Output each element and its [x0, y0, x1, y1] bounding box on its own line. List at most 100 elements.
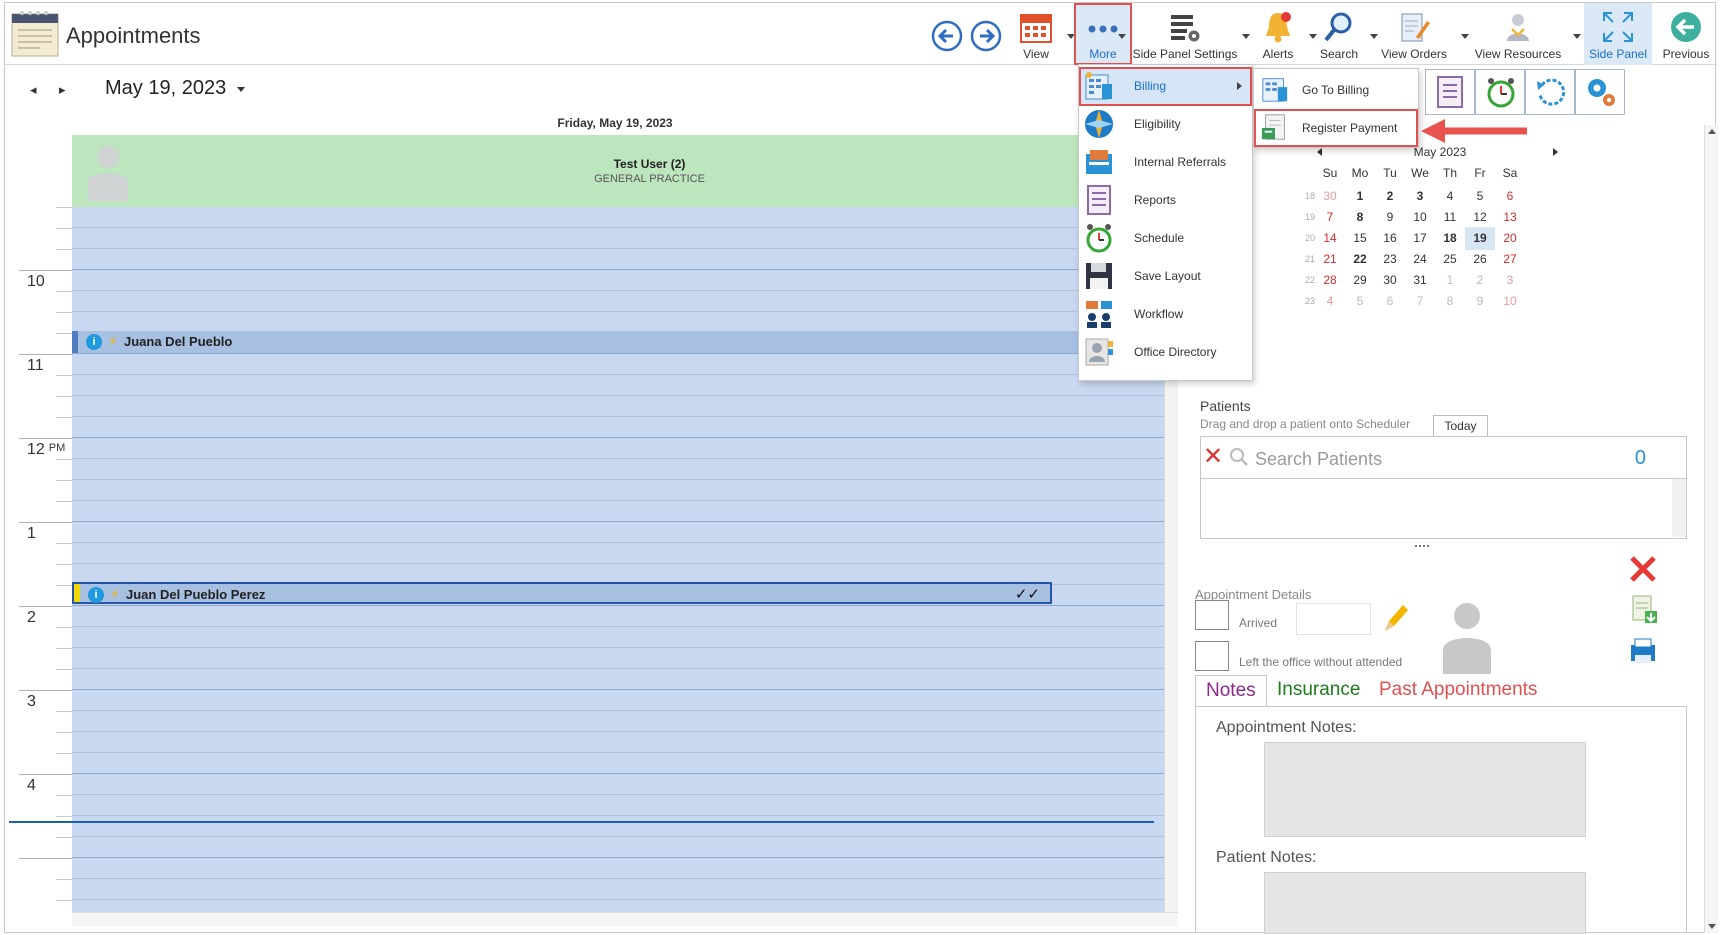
calendar-day[interactable]: 5: [1345, 290, 1375, 313]
calendar-day[interactable]: 11: [1435, 206, 1465, 229]
calendar-day[interactable]: 30: [1375, 269, 1405, 292]
chevron-down-icon[interactable]: [1242, 34, 1250, 39]
calendar-day[interactable]: 14: [1315, 227, 1345, 250]
calendar-day[interactable]: 20: [1495, 227, 1525, 250]
previous-button[interactable]: Previous: [1657, 3, 1715, 65]
more-button[interactable]: More: [1074, 3, 1132, 65]
calendar-day[interactable]: 12: [1465, 206, 1495, 229]
patient-results-list[interactable]: [1200, 479, 1687, 539]
printer-icon[interactable]: [1627, 635, 1659, 667]
settings-quick-button[interactable]: [1575, 69, 1625, 115]
calendar-day[interactable]: 13: [1495, 206, 1525, 229]
appointment-block[interactable]: i ⚡ Juana Del Pueblo: [72, 331, 1164, 353]
submenu-item-register-payment[interactable]: Register Payment: [1254, 109, 1418, 147]
calendar-day[interactable]: 6: [1495, 185, 1525, 208]
tab-notes[interactable]: Notes: [1195, 675, 1267, 706]
splitter-grip[interactable]: [1415, 545, 1429, 547]
calendar-day[interactable]: 15: [1345, 227, 1375, 250]
calendar-day[interactable]: 23: [1375, 248, 1405, 271]
calendar-day[interactable]: 8: [1435, 290, 1465, 313]
calendar-day[interactable]: 10: [1495, 290, 1525, 313]
scroll-down-icon[interactable]: [1708, 924, 1716, 929]
side-panel-scrollbar[interactable]: [1704, 125, 1718, 933]
appointment-block-selected[interactable]: i ⚡ Juan Del Pueblo Perez ✓✓: [72, 582, 1052, 604]
calendar-day[interactable]: 30: [1315, 185, 1345, 208]
chevron-down-icon[interactable]: [1573, 34, 1581, 39]
view-button[interactable]: View: [1011, 3, 1075, 65]
calendar-day[interactable]: 27: [1495, 248, 1525, 271]
export-document-icon[interactable]: [1627, 593, 1659, 625]
scheduler-horizontal-scrollbar[interactable]: [72, 912, 1178, 926]
prev-day-icon[interactable]: ◂: [30, 82, 37, 98]
calendar-day[interactable]: 17: [1405, 227, 1435, 250]
tab-insurance[interactable]: Insurance: [1267, 675, 1370, 706]
search-patients-input[interactable]: Search Patients: [1255, 449, 1382, 470]
menu-item-schedule[interactable]: Schedule: [1079, 219, 1252, 258]
menu-item-save-layout[interactable]: Save Layout: [1079, 257, 1252, 296]
menu-item-billing[interactable]: Billing: [1079, 67, 1252, 106]
calendar-day[interactable]: 2: [1375, 185, 1405, 208]
schedule-quick-button[interactable]: [1475, 69, 1525, 115]
calendar-day[interactable]: 3: [1495, 269, 1525, 292]
calendar-day[interactable]: 26: [1465, 248, 1495, 271]
current-date[interactable]: May 19, 2023: [105, 77, 226, 100]
calendar-day[interactable]: 25: [1435, 248, 1465, 271]
tab-past-appointments[interactable]: Past Appointments: [1369, 675, 1547, 706]
calendar-day[interactable]: 5: [1465, 185, 1495, 208]
calendar-day[interactable]: 22: [1345, 248, 1375, 271]
calendar-day[interactable]: 1: [1435, 269, 1465, 292]
calendar-day[interactable]: 31: [1405, 269, 1435, 292]
calendar-day[interactable]: 9: [1375, 206, 1405, 229]
calendar-day[interactable]: 24: [1405, 248, 1435, 271]
menu-item-office-directory[interactable]: Office Directory: [1079, 333, 1252, 372]
next-day-icon[interactable]: ▸: [59, 82, 66, 98]
view-resources-button[interactable]: View Resources: [1471, 3, 1581, 65]
arrived-checkbox[interactable]: [1195, 600, 1229, 630]
clear-search-icon[interactable]: ✕: [1203, 445, 1223, 469]
calendar-day[interactable]: 8: [1345, 206, 1375, 229]
calendar-day[interactable]: 9: [1465, 290, 1495, 313]
scroll-up-icon[interactable]: [1708, 129, 1716, 134]
pencil-icon[interactable]: [1381, 601, 1411, 635]
menu-item-workflow[interactable]: Workflow: [1079, 295, 1252, 334]
menu-item-eligibility[interactable]: Eligibility: [1079, 105, 1252, 144]
calendar-day[interactable]: 1: [1345, 185, 1375, 208]
side-panel-button[interactable]: Side Panel: [1584, 3, 1652, 65]
calendar-day[interactable]: 3: [1405, 185, 1435, 208]
arrived-time-field[interactable]: [1296, 603, 1371, 635]
calendar-day[interactable]: 16: [1375, 227, 1405, 250]
calendar-day[interactable]: 2: [1465, 269, 1495, 292]
search-button[interactable]: Search: [1312, 3, 1378, 65]
calendar-day[interactable]: 7: [1315, 206, 1345, 229]
side-panel-settings-button[interactable]: Side Panel Settings: [1132, 3, 1250, 65]
patient-list-scrollbar[interactable]: [1672, 479, 1686, 537]
info-icon[interactable]: i: [86, 334, 102, 350]
calendar-day[interactable]: 4: [1315, 290, 1345, 313]
menu-item-internal-referrals[interactable]: Internal Referrals: [1079, 143, 1252, 182]
patient-search-box[interactable]: ✕ Search Patients 0: [1200, 436, 1687, 479]
today-button[interactable]: Today: [1433, 415, 1488, 437]
menu-item-reports[interactable]: Reports: [1079, 181, 1252, 220]
patient-notes-field[interactable]: [1264, 872, 1586, 934]
chevron-down-icon[interactable]: [1461, 34, 1469, 39]
date-picker-chevron-icon[interactable]: [237, 87, 245, 92]
calendar-next-icon[interactable]: [1553, 148, 1558, 156]
day-scheduler[interactable]: Test User (2) GENERAL PRACTICE 10 11 12 …: [19, 135, 1178, 926]
reports-quick-button[interactable]: [1425, 69, 1475, 115]
calendar-day[interactable]: 4: [1435, 185, 1465, 208]
appointment-notes-field[interactable]: [1264, 742, 1586, 837]
calendar-day[interactable]: 28: [1315, 269, 1345, 292]
submenu-item-go-to-billing[interactable]: Go To Billing: [1254, 71, 1418, 109]
calendar-day[interactable]: 21: [1315, 248, 1345, 271]
alerts-button[interactable]: Alerts: [1251, 3, 1317, 65]
view-orders-button[interactable]: View Orders: [1375, 3, 1469, 65]
calendar-day[interactable]: 19: [1465, 227, 1495, 250]
calendar-day[interactable]: 6: [1375, 290, 1405, 313]
left-without-attended-checkbox[interactable]: [1195, 641, 1229, 671]
calendar-day[interactable]: 29: [1345, 269, 1375, 292]
back-arrow-icon[interactable]: [931, 20, 963, 52]
refresh-quick-button[interactable]: [1525, 69, 1575, 115]
info-icon[interactable]: i: [88, 587, 104, 603]
calendar-day[interactable]: 18: [1435, 227, 1465, 250]
forward-arrow-icon[interactable]: [970, 20, 1002, 52]
